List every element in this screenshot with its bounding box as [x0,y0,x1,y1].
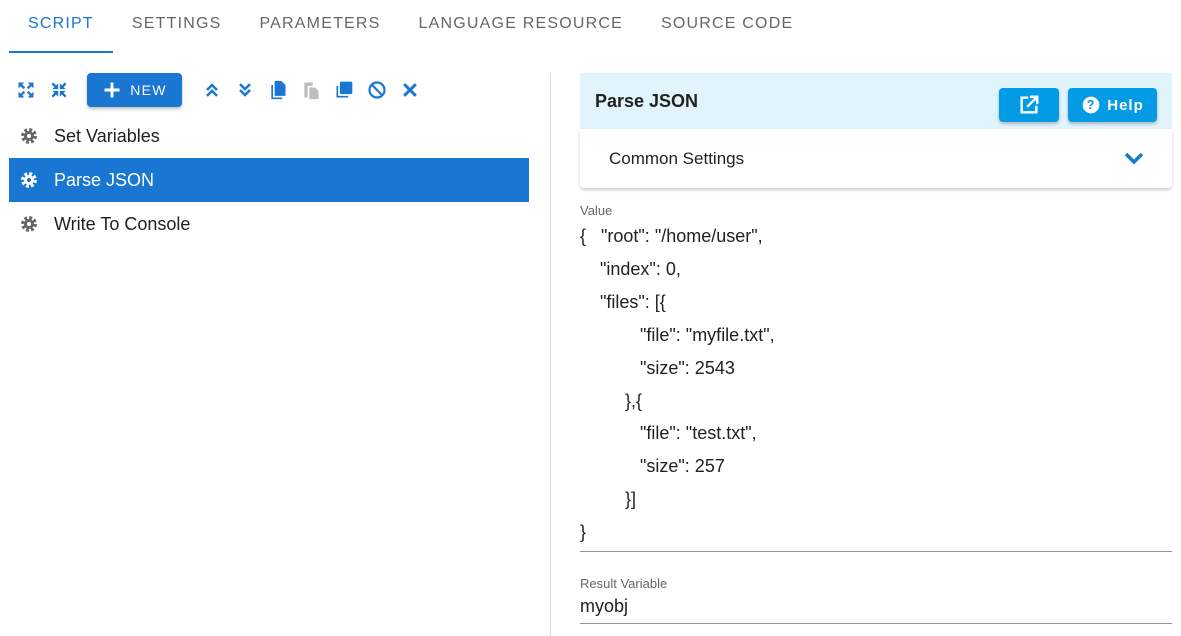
expand-icon[interactable] [12,76,40,104]
panel-header: Parse JSON ? Help [580,73,1172,129]
code-line: } [580,522,587,543]
paste-icon[interactable] [297,76,325,104]
result-variable-field[interactable]: Result Variable myobj [580,576,1172,625]
tab-source-code[interactable]: SOURCE CODE [642,0,812,53]
chevron-down-icon [1124,152,1144,165]
help-button[interactable]: ? Help [1068,88,1157,122]
code-line: }] [580,489,637,510]
tab-script[interactable]: SCRIPT [9,0,113,53]
value-label: Value [580,203,613,218]
result-variable-input[interactable]: myobj [580,596,1172,623]
copy-icon[interactable] [264,76,292,104]
list-item[interactable]: Set Variables [9,114,529,158]
help-icon: ? [1082,96,1100,114]
step-editor-panel: Parse JSON ? Help Common Settings Value … [580,73,1172,625]
toolbar: NEW [12,73,429,107]
item-label: Write To Console [54,213,191,234]
item-label: Parse JSON [54,169,155,190]
collapse-icon[interactable] [45,76,73,104]
disable-icon[interactable] [363,76,391,104]
code-line: "file": "myfile.txt", [580,324,775,345]
item-label: Set Variables [54,125,160,146]
panel-divider[interactable] [550,73,551,636]
open-external-button[interactable] [999,88,1059,122]
new-label: NEW [130,82,167,98]
code-line: "files": [{ [580,291,666,312]
move-down-icon[interactable] [231,76,259,104]
result-underline [580,623,1172,625]
code-line: "index": 0, [580,258,681,279]
code-line: "size": 257 [580,456,725,477]
panel-title: Parse JSON [595,90,699,111]
new-button[interactable]: NEW [87,73,182,107]
result-variable-label: Result Variable [580,576,668,592]
code-line: { "root": "/home/user", [580,226,763,246]
help-label: Help [1107,96,1144,114]
code-line: "size": 2543 [580,357,735,378]
tab-parameters[interactable]: PARAMETERS [240,0,399,53]
common-settings-expander[interactable]: Common Settings [580,129,1172,188]
value-textarea[interactable]: { "root": "/home/user", "index": 0, "fil… [580,220,1172,549]
code-line: "file": "test.txt", [580,423,757,444]
delete-icon[interactable] [396,76,424,104]
list-item-selected[interactable]: Parse JSON [9,158,529,202]
move-up-icon[interactable] [198,76,226,104]
plus-icon [104,82,120,98]
common-settings-label: Common Settings [609,148,745,168]
list-item[interactable]: Write To Console [9,202,529,246]
svg-text:?: ? [1087,98,1095,112]
gear-icon [21,128,37,144]
value-underline [580,551,1172,553]
gear-icon [21,216,37,232]
gear-icon [21,172,37,188]
value-field[interactable]: Value { "root": "/home/user", "index": 0… [580,203,1172,553]
tab-settings[interactable]: SETTINGS [113,0,241,53]
code-line: },{ [580,390,643,411]
open-external-icon [1020,95,1039,114]
tab-bar: SCRIPT SETTINGS PARAMETERS LANGUAGE RESO… [0,0,812,53]
duplicate-icon[interactable] [330,76,358,104]
script-step-list: Set Variables Parse JSON Write To Consol… [9,114,529,246]
tab-language-resource[interactable]: LANGUAGE RESOURCE [400,0,642,53]
